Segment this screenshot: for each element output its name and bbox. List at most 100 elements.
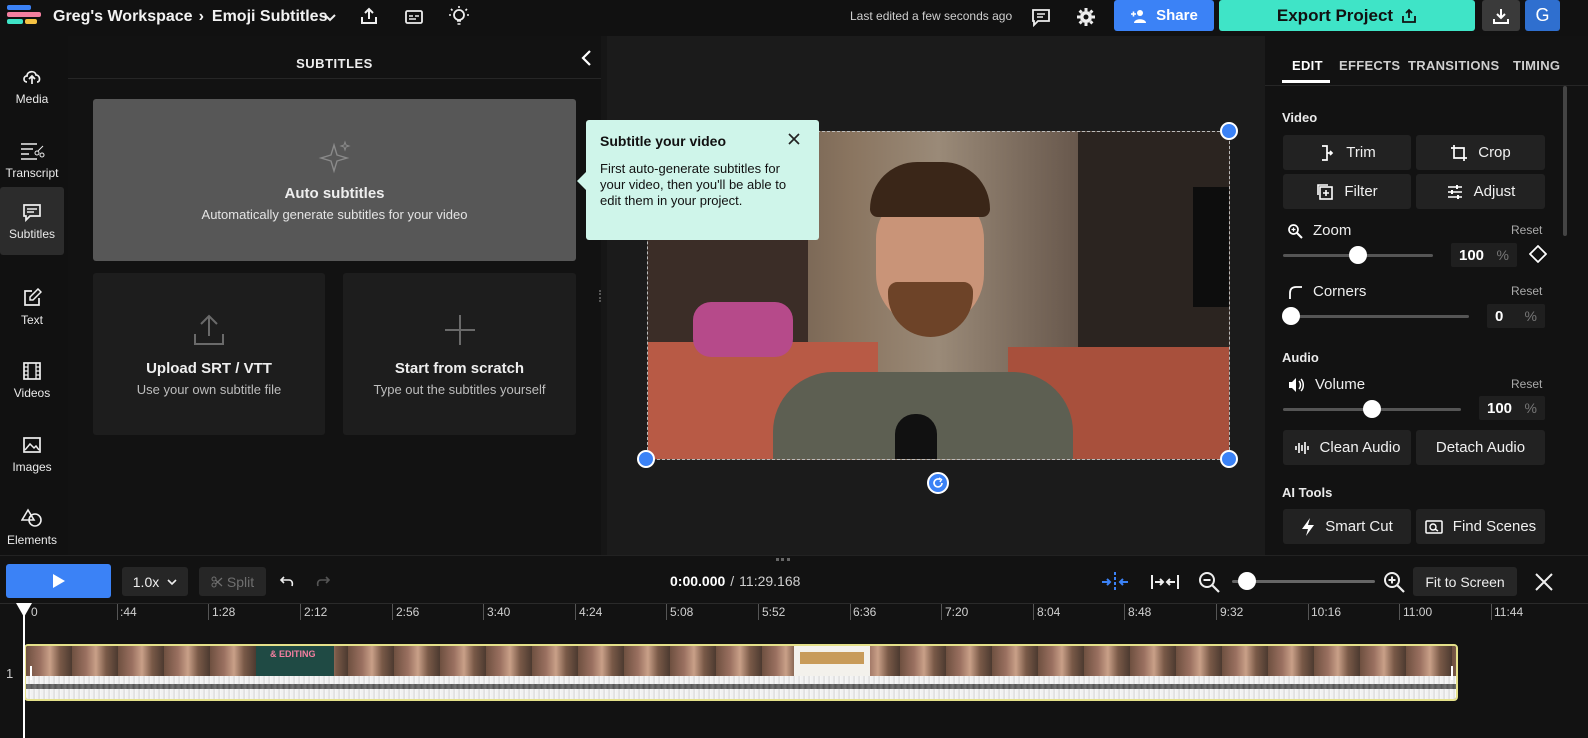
corners-label: Corners [1287, 283, 1366, 300]
zoom-slider-knob[interactable] [1349, 246, 1367, 264]
snap-toggle-icon[interactable] [1100, 571, 1130, 593]
undo-icon[interactable] [279, 574, 295, 590]
resize-handle-bottom-right[interactable] [1220, 450, 1238, 468]
rotate-handle[interactable] [927, 472, 949, 494]
share-button[interactable]: Share [1114, 0, 1214, 31]
timeline-zoom-knob[interactable] [1238, 572, 1256, 590]
collapse-panel-button[interactable] [577, 48, 597, 68]
auto-subtitles-card[interactable]: Auto subtitles Automatically generate su… [93, 99, 576, 261]
nav-item-transcript[interactable]: Transcript [0, 126, 64, 194]
nav-item-videos[interactable]: Videos [0, 346, 64, 414]
panel-scrollbar[interactable] [1563, 86, 1567, 236]
tab-transitions[interactable]: TRANSITIONS [1408, 58, 1499, 73]
keyframe-diamond-icon[interactable] [1528, 244, 1548, 264]
nav-item-elements[interactable]: Elements [0, 493, 64, 561]
split-button[interactable]: Split [199, 567, 266, 596]
download-button[interactable] [1482, 0, 1520, 31]
time-separator: / [730, 573, 735, 589]
upload-cloud-icon [23, 70, 41, 84]
smart-cut-button[interactable]: Smart Cut [1283, 509, 1411, 544]
properties-panel: EDIT EFFECTS TRANSITIONS TIMING Video Tr… [1265, 36, 1588, 555]
corners-slider-knob[interactable] [1282, 307, 1300, 325]
upload-srt-title: Upload SRT / VTT [146, 359, 272, 377]
adjust-button[interactable]: Adjust [1416, 174, 1545, 209]
close-timeline-button[interactable] [1533, 571, 1555, 593]
playhead-handle[interactable] [16, 603, 32, 617]
smart-cut-label: Smart Cut [1325, 518, 1393, 535]
clean-audio-button[interactable]: Clean Audio [1283, 430, 1411, 465]
sparkle-icon [318, 139, 351, 173]
fit-to-screen-button[interactable]: Fit to Screen [1413, 567, 1517, 596]
redo-icon[interactable] [315, 574, 331, 590]
avatar-initial: G [1535, 5, 1550, 25]
volume-slider-knob[interactable] [1363, 400, 1381, 418]
export-project-button[interactable]: Export Project [1219, 0, 1475, 31]
nav-label-images: Images [12, 459, 52, 474]
timeline-resize-handle[interactable] [776, 558, 790, 562]
chevron-down-icon[interactable] [318, 5, 342, 29]
scene-search-icon [1425, 519, 1443, 534]
close-tooltip-button[interactable] [787, 132, 803, 148]
nav-item-images[interactable]: Images [0, 420, 64, 488]
clip-trim-handle-right[interactable] [1451, 666, 1453, 680]
image-icon [23, 436, 41, 453]
clip-thumbnails [26, 646, 1456, 676]
volume-label-text: Volume [1315, 376, 1366, 393]
tab-timing[interactable]: TIMING [1513, 58, 1560, 73]
filter-button[interactable]: Filter [1283, 174, 1411, 209]
zoom-value-field[interactable]: 100 % [1451, 243, 1517, 267]
lightbulb-icon[interactable] [447, 4, 471, 28]
volume-reset-button[interactable]: Reset [1511, 377, 1542, 391]
zoom-value: 100 [1459, 246, 1485, 264]
detach-audio-button[interactable]: Detach Audio [1416, 430, 1545, 465]
zoom-icon [1288, 223, 1303, 239]
app-logo-icon[interactable] [7, 5, 41, 29]
trim-button[interactable]: Trim [1283, 135, 1411, 170]
find-scenes-button[interactable]: Find Scenes [1416, 509, 1545, 544]
trim-icon [1322, 144, 1334, 161]
gear-icon[interactable] [1074, 5, 1098, 29]
tab-edit[interactable]: EDIT [1292, 58, 1323, 73]
video-clip[interactable]: & EDITING [24, 644, 1458, 701]
panel-resize-handle[interactable] [599, 290, 602, 302]
playhead[interactable] [23, 604, 25, 738]
nav-item-subtitles[interactable]: Subtitles [0, 187, 64, 255]
ruler-label: 2:12 [304, 605, 328, 619]
comments-icon[interactable] [1029, 5, 1053, 29]
zoom-in-icon[interactable] [1382, 570, 1406, 594]
crop-button[interactable]: Crop [1416, 135, 1545, 170]
zoom-out-icon[interactable] [1197, 570, 1221, 594]
corners-slider-track[interactable] [1283, 315, 1469, 318]
tooltip-body: First auto-generate subtitles for your v… [600, 161, 787, 208]
fit-gap-icon[interactable] [1150, 571, 1180, 593]
playback-speed-select[interactable]: 1.0x [122, 567, 188, 596]
resize-handle-top-right[interactable] [1220, 122, 1238, 140]
resize-handle-bottom-left[interactable] [637, 450, 655, 468]
adjust-label: Adjust [1473, 183, 1516, 200]
workspace-link[interactable]: Greg's Workspace [53, 8, 193, 26]
clip-thumbnail-white-card [794, 646, 870, 676]
upload-srt-card[interactable]: Upload SRT / VTT Use your own subtitle f… [93, 273, 325, 435]
avatar[interactable]: G [1525, 0, 1560, 31]
play-button[interactable] [6, 564, 111, 598]
nav-label-elements: Elements [6, 532, 58, 547]
subtitles-panel: SUBTITLES Auto subtitles Automatically g… [68, 36, 601, 555]
last-edited-status: Last edited a few seconds ago [850, 9, 1013, 23]
timeline-ruler[interactable] [0, 603, 1588, 623]
fit-to-screen-label: Fit to Screen [1425, 573, 1505, 590]
volume-value-field[interactable]: 100 % [1479, 396, 1545, 420]
corners-reset-button[interactable]: Reset [1511, 284, 1542, 298]
nav-item-text[interactable]: Text [0, 273, 64, 341]
zoom-reset-button[interactable]: Reset [1511, 223, 1542, 237]
close-icon [1535, 573, 1553, 591]
corner-radius-icon [1289, 285, 1302, 299]
upload-icon[interactable] [357, 4, 381, 28]
corners-label-text: Corners [1313, 283, 1367, 300]
tab-effects[interactable]: EFFECTS [1339, 58, 1400, 73]
clip-trim-handle-left[interactable] [30, 666, 32, 680]
nav-item-media[interactable]: Media [0, 52, 64, 120]
start-from-scratch-card[interactable]: Start from scratch Type out the subtitle… [343, 273, 576, 435]
project-title[interactable]: Emoji Subtitles [212, 8, 328, 26]
corners-value-field[interactable]: 0 % [1487, 304, 1545, 328]
captions-icon[interactable] [402, 5, 426, 29]
